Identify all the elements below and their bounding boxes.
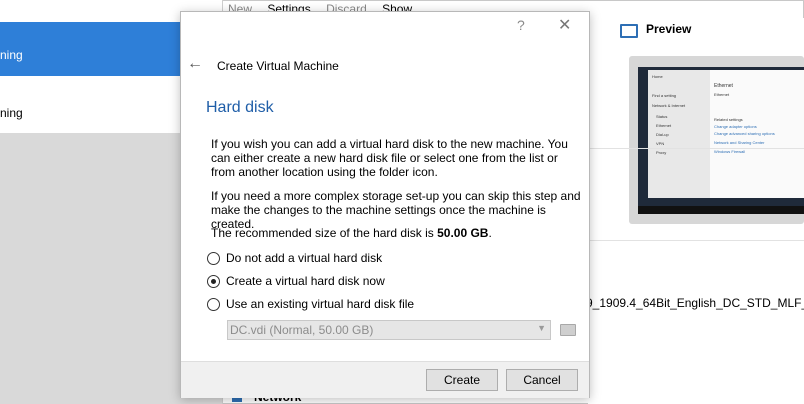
optical-drive-value: 9_1909.4_64Bit_English_DC_STD_MLF_X22-2 (586, 296, 804, 310)
radio-label[interactable]: Do not add a virtual hard disk (226, 251, 382, 265)
preview-text: Home (652, 74, 663, 79)
chevron-down-icon: ▼ (537, 323, 546, 333)
preview-text: Status (656, 114, 668, 119)
divider (588, 240, 804, 241)
recommended-size-value: 50.00 GB (437, 226, 489, 240)
dialog-footer: Create Cancel (181, 361, 589, 398)
close-icon[interactable]: ✕ (558, 15, 571, 35)
monitor-icon (620, 24, 638, 38)
preview-text: Network & Internet (652, 103, 686, 108)
page-heading: Hard disk (206, 99, 274, 116)
preview-text: Related settings (714, 117, 743, 122)
preview-text: Ethernet (714, 92, 730, 97)
back-arrow-icon[interactable]: ← (187, 55, 203, 73)
radio-label[interactable]: Create a virtual hard disk now (226, 274, 385, 288)
existing-disk-select[interactable]: DC.vdi (Normal, 50.00 GB) ▼ (227, 320, 551, 340)
description-paragraph: If you wish you can add a virtual hard d… (211, 137, 568, 179)
preview-text: Find a setting (652, 93, 677, 98)
preview-text: Dial-up (656, 132, 669, 137)
choose-disk-file-button[interactable] (559, 321, 576, 337)
radio-label[interactable]: Use an existing virtual hard disk file (226, 297, 414, 311)
help-icon[interactable]: ? (517, 17, 525, 33)
create-vm-dialog: ? ✕ ← Create Virtual Machine Hard disk I… (180, 11, 590, 398)
select-value: DC.vdi (Normal, 50.00 GB) (230, 323, 374, 337)
radio-button[interactable] (207, 252, 220, 265)
preview-link: Change advanced sharing options (714, 131, 775, 136)
recommended-prefix: The recommended size of the hard disk is (211, 226, 438, 240)
preview-heading: Preview (646, 22, 692, 36)
divider (588, 148, 804, 149)
create-button[interactable]: Create (426, 369, 498, 391)
vm-status: ning (0, 106, 23, 120)
preview-link: Change adapter options (714, 124, 757, 129)
vm-status: ning (0, 48, 23, 62)
preview-text: Proxy (656, 150, 667, 155)
radio-button-selected[interactable] (207, 275, 220, 288)
description-paragraph: If you need a more complex storage set-u… (211, 189, 581, 231)
dialog-title: Create Virtual Machine (217, 59, 339, 73)
cancel-button[interactable]: Cancel (506, 369, 578, 391)
recommended-suffix: . (488, 226, 492, 240)
preview-taskbar (638, 206, 804, 214)
preview-text: Ethernet (714, 83, 733, 89)
preview-link: Network and Sharing Center (714, 140, 765, 145)
preview-text: VPN (656, 141, 665, 146)
preview-text: Ethernet (656, 123, 672, 128)
radio-button[interactable] (207, 298, 220, 311)
preview-link: Windows Firewall (714, 149, 746, 154)
recommended-size-text: The recommended size of the hard disk is… (211, 226, 581, 240)
folder-icon (560, 324, 576, 336)
